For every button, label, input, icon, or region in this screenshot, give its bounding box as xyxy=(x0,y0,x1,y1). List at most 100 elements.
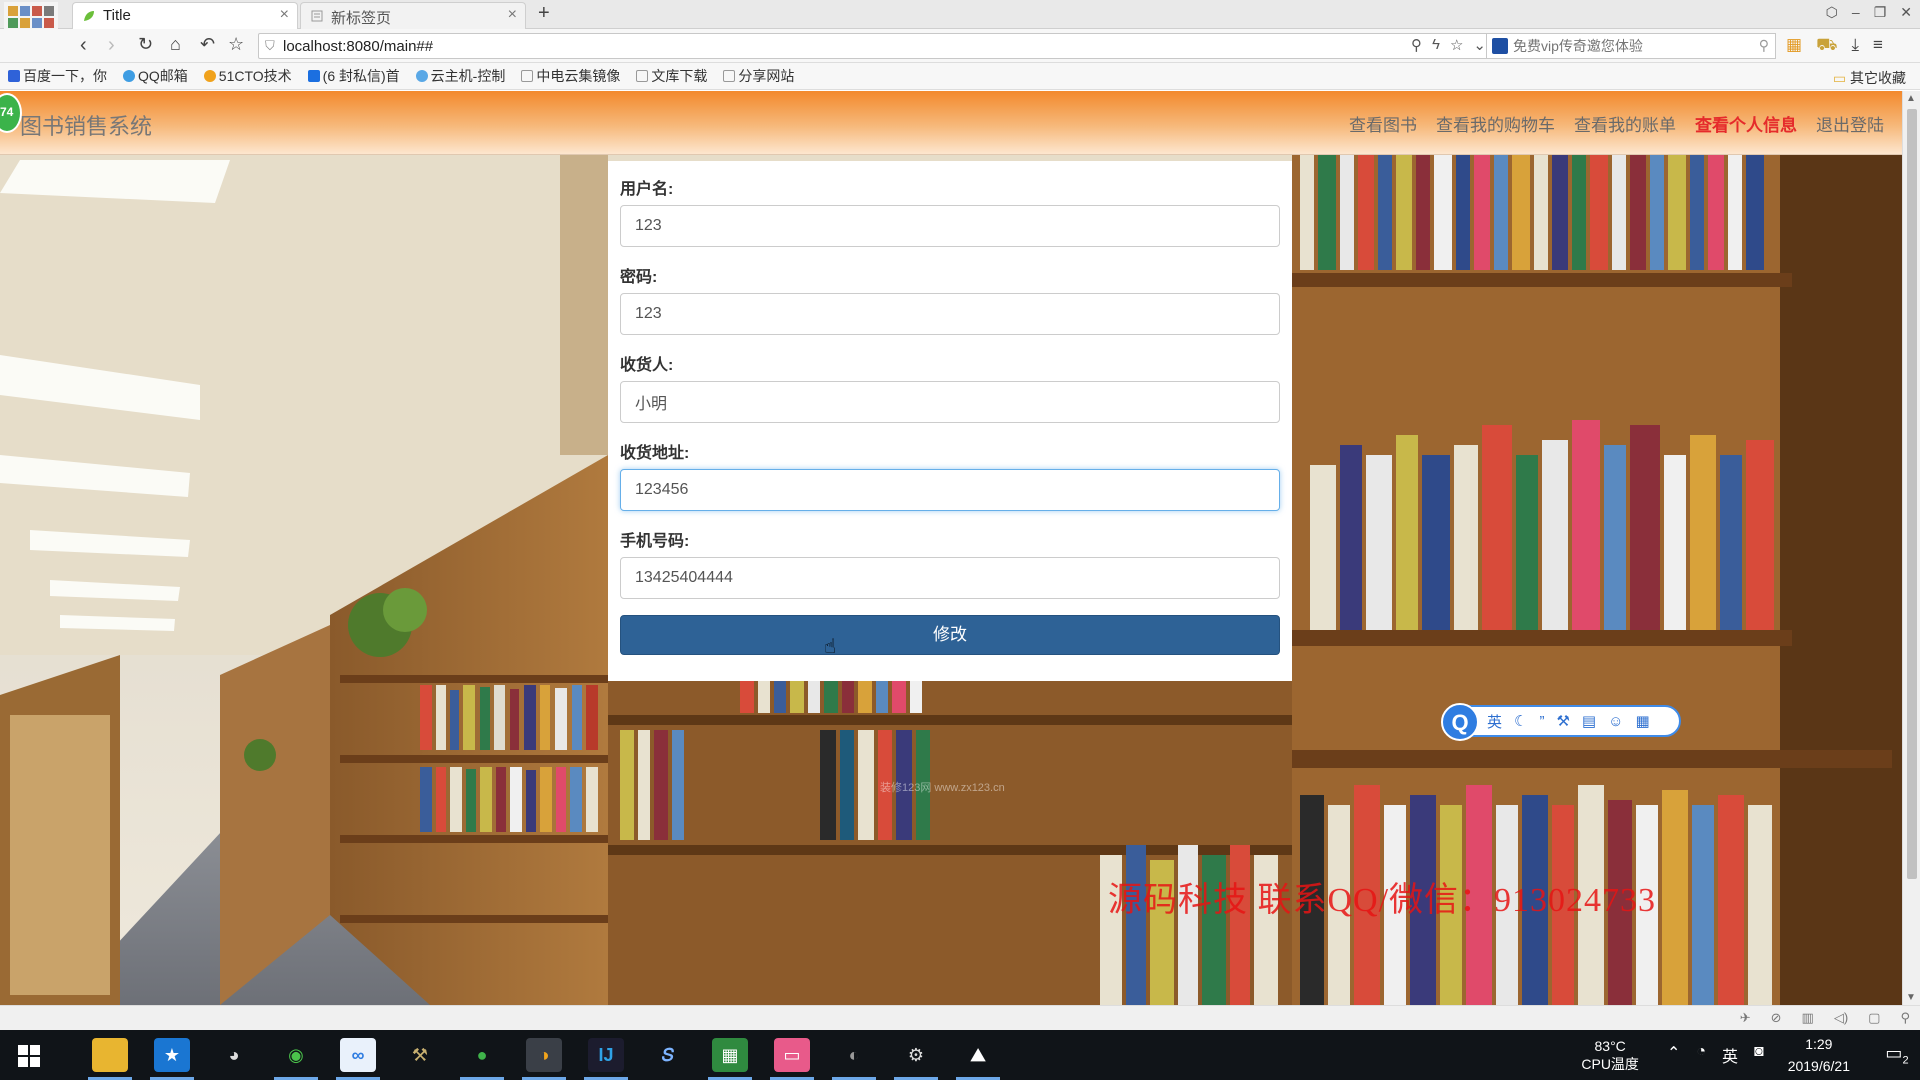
bilibili-icon[interactable]: ▭ xyxy=(770,1038,814,1080)
star-app-icon[interactable]: ★ xyxy=(150,1038,194,1080)
wrench-icon[interactable]: ⚒ xyxy=(1556,712,1569,730)
undo-icon[interactable]: ↶ xyxy=(200,34,215,55)
bookmark-baidu[interactable]: 百度一下，你 xyxy=(8,66,107,86)
action-center-icon[interactable]: ▭2 xyxy=(1874,1043,1920,1067)
emoji-icon[interactable]: ☺ xyxy=(1608,713,1623,730)
forward-icon[interactable]: › xyxy=(108,34,115,57)
nav-view-cart[interactable]: 查看我的购物车 xyxy=(1436,111,1555,136)
address-input[interactable] xyxy=(283,36,1363,56)
bookmark-zhihu[interactable]: (6 封私信)首 xyxy=(307,66,400,86)
favorite-icon[interactable]: ☆ xyxy=(1450,36,1463,54)
chevron-up-icon[interactable]: ⌃ xyxy=(1667,1043,1680,1067)
nav-view-books[interactable]: 查看图书 xyxy=(1349,111,1417,136)
address-bar[interactable]: ⛉ ⚲ ϟ ☆ ⌄ xyxy=(258,33,1493,59)
minimize-icon[interactable]: – xyxy=(1852,4,1860,21)
pin-icon[interactable]: ✈ xyxy=(1740,1010,1751,1026)
download-icon[interactable]: ⤓ xyxy=(1851,35,1859,57)
extension-icon[interactable]: ⛟ xyxy=(1816,35,1837,57)
obs-icon[interactable]: ◐ xyxy=(832,1038,876,1080)
windows-start-icon[interactable] xyxy=(18,1045,40,1067)
site-brand[interactable]: 图书销售系统 xyxy=(20,109,152,141)
network-icon[interactable]: ◔ xyxy=(1696,1043,1706,1067)
moon-icon[interactable]: ☾ xyxy=(1514,712,1527,730)
tab-new-tab-page[interactable]: 新标签页 × xyxy=(300,2,526,29)
tab-close-icon[interactable]: × xyxy=(508,6,517,24)
nav-view-profile[interactable]: 查看个人信息 xyxy=(1695,111,1797,136)
grid-icon[interactable]: ▦ xyxy=(1635,712,1649,730)
browser-app-icon[interactable]: ◑ xyxy=(522,1038,566,1080)
wechat-icon[interactable]: ◉ xyxy=(274,1038,318,1080)
punctuation-icon[interactable]: ” xyxy=(1539,713,1544,730)
accelerate-icon[interactable]: ⊘ xyxy=(1771,1010,1782,1026)
baidu-netdisk-icon[interactable]: ∞ xyxy=(336,1038,380,1080)
window-icon[interactable]: ▢ xyxy=(1868,1010,1880,1026)
zoom-icon[interactable]: ⚲ xyxy=(1411,36,1422,54)
ime-toolbar[interactable]: Q 英 ☾ ” ⚒ ▤ ☺ ▦ xyxy=(1441,703,1681,741)
scroll-up-icon[interactable]: ▲ xyxy=(1906,93,1916,104)
spreadsheet-icon[interactable]: ▦ xyxy=(708,1038,752,1080)
ime-logo-icon[interactable]: Q xyxy=(1441,703,1479,741)
file-explorer-icon[interactable] xyxy=(88,1038,132,1080)
username-input[interactable] xyxy=(620,205,1280,247)
cpu-temperature[interactable]: 83°C CPU温度 xyxy=(1581,1037,1639,1073)
bookmark-share[interactable]: 分享网站 xyxy=(723,66,794,86)
bookmark-51cto[interactable]: 51CTO技术 xyxy=(203,66,292,86)
nav-view-bills[interactable]: 查看我的账单 xyxy=(1574,111,1676,136)
skin-icon[interactable]: ⬡ xyxy=(1826,4,1838,21)
modify-button[interactable]: 修改 xyxy=(620,615,1280,655)
ime-language[interactable]: 英 xyxy=(1722,1043,1738,1067)
search-engine-icon[interactable] xyxy=(1492,38,1508,54)
menu-icon[interactable]: ≡ xyxy=(1873,35,1883,57)
qq-icon[interactable]: ◕ xyxy=(216,1038,252,1072)
tab-title[interactable]: Title × xyxy=(72,2,298,29)
intellij-icon[interactable]: IJ xyxy=(584,1038,628,1080)
script-app-icon[interactable]: 𝑆 xyxy=(650,1038,686,1072)
restore-icon[interactable]: ❐ xyxy=(1874,4,1887,21)
photos-icon[interactable]: ⛰ xyxy=(956,1038,1000,1080)
scroll-down-icon[interactable]: ▼ xyxy=(1906,992,1916,1003)
clock[interactable]: 1:29 2019/6/21 xyxy=(1788,1033,1850,1077)
lightning-icon[interactable]: ϟ xyxy=(1432,36,1440,54)
bookmark-wenku[interactable]: 文库下载 xyxy=(636,66,707,86)
new-tab-button[interactable]: + xyxy=(538,2,550,25)
close-window-icon[interactable]: ✕ xyxy=(1900,4,1912,21)
password-input[interactable] xyxy=(620,293,1280,335)
dropdown-icon[interactable]: ⌄ xyxy=(1473,36,1486,54)
home-icon[interactable]: ⌂ xyxy=(170,34,181,55)
search-input[interactable] xyxy=(1513,36,1733,56)
status-icons: ✈ ⊘ ▥ ◁) ▢ ⚲ xyxy=(1740,1010,1910,1026)
page-scrollbar[interactable]: ▲ ▼ xyxy=(1902,91,1920,1005)
ime-mode-toggle[interactable]: 英 xyxy=(1487,711,1502,732)
cloud-icon xyxy=(415,70,428,82)
tab-label: Title xyxy=(103,7,131,24)
search-box[interactable]: ⚲ xyxy=(1486,33,1776,59)
volume-icon[interactable]: ◁) xyxy=(1834,1010,1848,1026)
bookmark-qqmail[interactable]: QQ邮箱 xyxy=(123,66,188,86)
nav-logout[interactable]: 退出登陆 xyxy=(1816,111,1884,136)
qq-tray-icon[interactable]: ◙ xyxy=(1754,1043,1764,1067)
star-icon[interactable]: ☆ xyxy=(228,34,244,55)
phone-input[interactable] xyxy=(620,557,1280,599)
settings-icon[interactable]: ⚙ xyxy=(894,1038,938,1080)
apps-grid-icon[interactable]: ▦ xyxy=(1786,35,1802,57)
scrollbar-thumb[interactable] xyxy=(1907,109,1917,879)
folder-icon: ▭ xyxy=(1832,70,1847,86)
tool-icon[interactable]: ⚒ xyxy=(402,1038,438,1072)
green-app-icon[interactable]: ● xyxy=(460,1038,504,1080)
bookmark-mirror[interactable]: 中电云集镜像 xyxy=(521,66,620,86)
bookmark-cloud[interactable]: 云主机-控制 xyxy=(415,66,505,86)
notification-badge[interactable]: 74 xyxy=(0,93,22,133)
other-bookmarks[interactable]: ▭ 其它收藏 xyxy=(1833,68,1906,88)
back-icon[interactable]: ‹ xyxy=(80,34,87,57)
zoom-status-icon[interactable]: ⚲ xyxy=(1900,1010,1910,1026)
tab-close-icon[interactable]: × xyxy=(280,6,289,24)
system-tray: 83°C CPU温度 ⌃ ◔ 英 ◙ 1:29 2019/6/21 ▭2 xyxy=(1581,1030,1920,1080)
baidu-icon xyxy=(8,70,20,82)
clipboard-icon[interactable]: ▤ xyxy=(1582,712,1596,730)
shipping-address-input[interactable] xyxy=(620,469,1280,511)
trash-icon[interactable]: ▥ xyxy=(1802,1010,1814,1026)
site-navbar: 74 图书销售系统 查看图书 查看我的购物车 查看我的账单 查看个人信息 退出登… xyxy=(0,91,1902,155)
reload-icon[interactable]: ↻ xyxy=(138,34,153,55)
search-icon[interactable]: ⚲ xyxy=(1759,37,1769,54)
recipient-input[interactable] xyxy=(620,381,1280,423)
